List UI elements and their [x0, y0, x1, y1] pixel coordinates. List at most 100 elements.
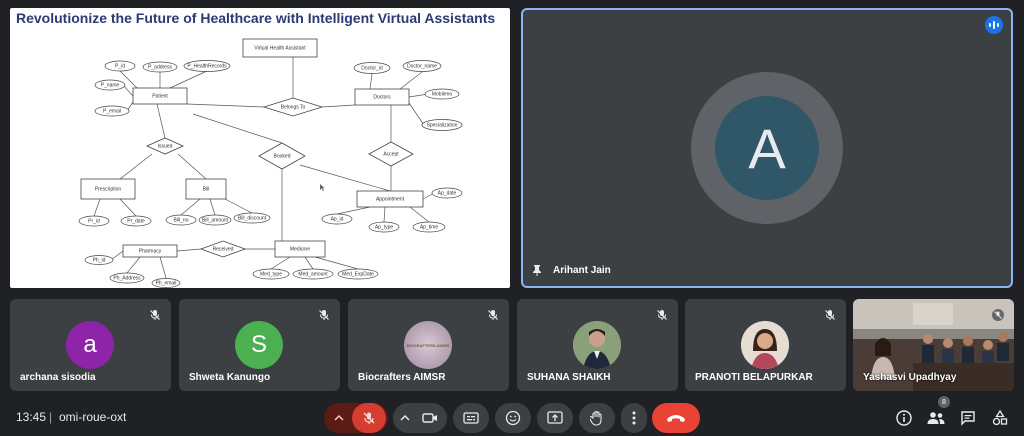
- er-entity-label: Pharmacy: [139, 248, 162, 254]
- er-attribute-label: Doctor_name: [407, 63, 437, 69]
- er-attribute-label: P_address: [148, 64, 172, 70]
- er-connector: [126, 256, 141, 274]
- speaker-avatar: A: [715, 96, 819, 200]
- er-relationship-label: Received: [213, 246, 234, 252]
- er-connector: [321, 104, 356, 108]
- er-attribute-label: Ap_time: [420, 224, 439, 230]
- er-connector: [270, 256, 291, 270]
- people-button[interactable]: [925, 407, 947, 429]
- reactions-button[interactable]: [495, 403, 531, 433]
- participant-tile-2[interactable]: S Shweta Kanungo: [179, 299, 340, 391]
- mic-options-chevron-icon[interactable]: [326, 403, 352, 433]
- more-vert-icon: [632, 411, 636, 425]
- participant-name: Yashasvi Upadhyay: [863, 372, 957, 383]
- hang-up-icon: [667, 415, 685, 422]
- er-attribute-label: Mobileno: [432, 91, 453, 97]
- er-entity-label: Virtual Health Assistant: [254, 45, 306, 51]
- audio-level-icon: [985, 16, 1003, 34]
- meeting-clock: 13:45: [16, 410, 47, 424]
- er-attribute-label: Med_ExpDate: [342, 271, 374, 277]
- er-connector: [156, 103, 166, 139]
- er-attribute-label: Bill_discount: [238, 215, 267, 221]
- camera-button[interactable]: [415, 412, 445, 424]
- participant-name: PRANOTI BELAPURKAR: [695, 372, 813, 383]
- avatar-logo: BIOCRAFTERS AIMSR: [404, 321, 452, 369]
- mic-off-icon: [150, 310, 160, 320]
- activities-icon: [992, 410, 1008, 426]
- participant-name: archana sisodia: [20, 372, 96, 383]
- captions-icon: [463, 412, 479, 424]
- er-connector: [336, 206, 371, 215]
- more-options-button[interactable]: [621, 403, 647, 433]
- er-connector: [119, 198, 137, 217]
- er-connector: [299, 164, 391, 192]
- pin-icon[interactable]: [531, 264, 543, 276]
- mic-control-group: [324, 403, 388, 433]
- er-attribute-label: Ph_id: [93, 257, 106, 263]
- active-speaker-tile[interactable]: A Arihant Jain: [521, 8, 1013, 288]
- er-connector: [177, 153, 207, 180]
- chat-button[interactable]: [957, 407, 979, 429]
- chat-icon: [961, 411, 975, 426]
- er-connector: [383, 206, 386, 223]
- mic-off-icon: [488, 310, 498, 320]
- mic-off-icon: [825, 310, 835, 320]
- separator: |: [49, 410, 53, 424]
- mic-off-icon: [657, 310, 667, 320]
- er-connector: [176, 248, 202, 252]
- er-connector: [119, 153, 153, 180]
- slide-title: Revolutionize the Future of Healthcare w…: [16, 10, 496, 26]
- mic-off-icon: [319, 310, 329, 320]
- er-connector: [209, 198, 216, 216]
- er-connector: [169, 70, 208, 89]
- captions-button[interactable]: [453, 403, 489, 433]
- er-connector: [399, 71, 423, 90]
- meeting-details-button[interactable]: [893, 407, 915, 429]
- er-attribute-label: Med_type: [260, 271, 282, 277]
- er-connector: [408, 102, 425, 126]
- er-connector: [409, 206, 430, 223]
- participant-tile-6[interactable]: Yashasvi Upadhyay: [853, 299, 1014, 391]
- presentation-slide: Virtual Health Assistant Patient Doctors Pr…: [10, 8, 510, 288]
- mic-off-icon: [363, 412, 375, 424]
- er-entity-label: Doctors: [373, 94, 391, 100]
- er-attribute-label: P_HealthRecords: [187, 63, 227, 69]
- people-icon: [927, 412, 945, 424]
- participant-tile-3[interactable]: BIOCRAFTERS AIMSR Biocrafters AIMSR: [348, 299, 509, 391]
- avatar: a: [66, 321, 114, 369]
- mic-off-button[interactable]: [352, 403, 386, 433]
- er-relationship-label: Issued: [158, 143, 173, 149]
- leave-call-button[interactable]: [652, 403, 700, 433]
- er-connector: [224, 198, 253, 214]
- mic-off-icon: [992, 309, 1004, 321]
- er-connector: [186, 103, 265, 108]
- er-connector: [304, 256, 314, 270]
- avatar: S: [235, 321, 283, 369]
- er-attribute-label: Bill_no: [173, 217, 188, 223]
- er-entity-label: Medicine: [290, 246, 310, 252]
- meeting-code: omi-roue-oxt: [59, 410, 127, 424]
- avatar-photo: [741, 321, 789, 369]
- er-attribute-label: Specialization: [427, 122, 458, 128]
- er-connector: [159, 256, 167, 279]
- er-connector: [369, 73, 373, 90]
- participant-tile-1[interactable]: a archana sisodia: [10, 299, 171, 391]
- er-diagram: Virtual Health Assistant Patient Doctors Pr…: [78, 38, 463, 288]
- speaker-name: Arihant Jain: [553, 265, 611, 276]
- er-attribute-label: Ap_type: [375, 224, 394, 230]
- activities-button[interactable]: [989, 407, 1011, 429]
- er-attribute-label: Bill_amount: [202, 217, 229, 223]
- er-relationship-label: Accept: [383, 151, 399, 157]
- er-attribute-label: Ap_id: [331, 216, 344, 222]
- er-attribute-label: Med_amount: [298, 271, 328, 277]
- er-connector: [192, 113, 283, 144]
- participant-tile-4[interactable]: SUHANA SHAIKH: [517, 299, 678, 391]
- camera-control-group: [393, 403, 447, 433]
- raise-hand-button[interactable]: [579, 403, 615, 433]
- info-icon: [896, 410, 912, 426]
- present-screen-button[interactable]: [537, 403, 573, 433]
- er-attribute-label: Pr_id: [88, 218, 100, 224]
- er-connector: [180, 198, 201, 216]
- camera-options-chevron-icon[interactable]: [395, 415, 415, 421]
- participant-tile-5[interactable]: PRANOTI BELAPURKAR: [685, 299, 846, 391]
